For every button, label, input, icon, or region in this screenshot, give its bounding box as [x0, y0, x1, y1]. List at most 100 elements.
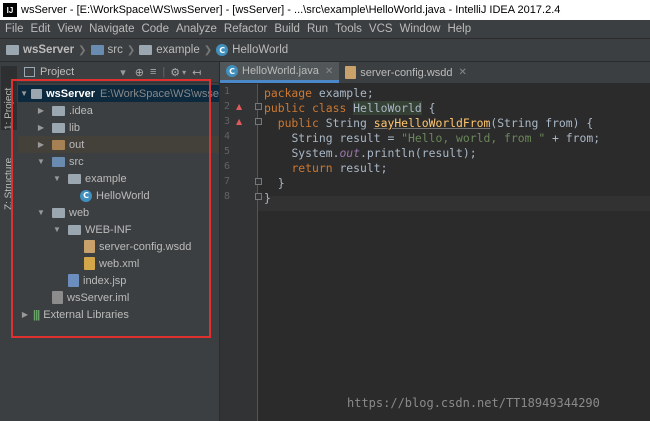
- module-file-icon: [52, 291, 63, 304]
- project-folder-icon: [6, 45, 19, 55]
- tree-item-out[interactable]: ▶ out: [18, 136, 219, 153]
- line-number: 7: [224, 176, 231, 187]
- expand-arrow-icon[interactable]: ▶: [36, 106, 46, 115]
- menu-navigate[interactable]: Navigate: [89, 23, 136, 35]
- menu-vcs[interactable]: VCS: [369, 23, 395, 35]
- collapse-all-icon[interactable]: ≡: [150, 66, 156, 78]
- chevron-right-icon: ❯: [203, 44, 213, 56]
- expand-arrow-icon[interactable]: ▶: [36, 140, 46, 149]
- folder-icon: [52, 105, 65, 116]
- window-title: wsServer - [E:\WorkSpace\WS\wsServer] - …: [21, 4, 561, 16]
- menu-refactor[interactable]: Refactor: [224, 23, 269, 35]
- project-panel-header: Project ▾ ⊕ ≡ | ⚙ ▾ ↤: [18, 62, 219, 83]
- tree-item-web-inf[interactable]: ▼ WEB-INF: [52, 221, 131, 238]
- title-bar: IJ wsServer - [E:\WorkSpace\WS\wsServer]…: [0, 0, 650, 20]
- tree-item-web[interactable]: ▼ web: [36, 204, 89, 221]
- class-icon: C: [216, 44, 229, 56]
- tree-item-example[interactable]: ▼ example: [52, 170, 127, 187]
- gear-icon[interactable]: ⚙: [170, 66, 180, 79]
- menu-tools[interactable]: Tools: [335, 23, 364, 35]
- package-icon: [68, 173, 81, 184]
- class-icon: C: [80, 189, 92, 202]
- menu-file[interactable]: File: [5, 23, 26, 35]
- breadcrumb-example[interactable]: example ❯: [139, 44, 216, 56]
- chevron-down-icon[interactable]: ▾: [120, 66, 126, 79]
- tree-item-web-xml[interactable]: web.xml: [84, 255, 139, 272]
- locate-target-icon[interactable]: ⊕: [135, 66, 144, 79]
- wsdd-file-icon: [345, 66, 357, 79]
- menu-help[interactable]: Help: [447, 23, 473, 35]
- tree-item-src[interactable]: ▼ src: [36, 153, 84, 170]
- expand-arrow-icon[interactable]: ▼: [36, 157, 46, 166]
- fold-icon[interactable]: [255, 178, 262, 185]
- menu-build[interactable]: Build: [274, 23, 302, 35]
- breadcrumb-helloworld[interactable]: C HelloWorld: [216, 44, 288, 56]
- editor-gutter: 1 2 3 4 5 6 7 8 ▲ ▲: [220, 84, 262, 421]
- code-line: public class HelloWorld {: [264, 101, 436, 115]
- close-icon[interactable]: ✕: [325, 66, 333, 77]
- editor-tab-bar: C HelloWorld.java ✕ server-config.wsdd ✕: [220, 62, 650, 84]
- tree-item-external-libraries[interactable]: ▶ ||| External Libraries: [20, 306, 129, 323]
- project-view-icon: [24, 67, 35, 77]
- line-number: 4: [224, 131, 231, 142]
- tree-item-lib[interactable]: ▶ lib: [36, 119, 80, 136]
- divider: |: [162, 66, 166, 78]
- expand-arrow-icon[interactable]: ▶: [36, 123, 46, 132]
- fold-icon[interactable]: [255, 103, 262, 110]
- folder-icon: [31, 88, 43, 99]
- tab-server-config-wsdd[interactable]: server-config.wsdd ✕: [339, 62, 473, 83]
- tree-item-helloworld[interactable]: C HelloWorld: [80, 187, 150, 204]
- breadcrumb: wsServer ❯ src ❯ example ❯ C HelloWorld: [0, 38, 650, 62]
- wsdd-file-icon: [84, 240, 95, 253]
- project-view-selector[interactable]: Project: [40, 66, 74, 78]
- webservice-marker-icon[interactable]: ▲: [236, 102, 244, 111]
- tab-helloworld-java[interactable]: C HelloWorld.java ✕: [220, 62, 340, 83]
- expand-arrow-icon[interactable]: ▼: [36, 208, 46, 217]
- menu-window[interactable]: Window: [400, 23, 443, 35]
- folder-icon: [68, 224, 81, 235]
- code-line: package example;: [264, 86, 374, 100]
- folder-icon: [52, 207, 65, 218]
- line-number: 8: [224, 191, 231, 202]
- breadcrumb-src[interactable]: src ❯: [90, 44, 140, 56]
- tree-item-wsserver[interactable]: ▼ wsServer E:\WorkSpace\WS\wsse: [18, 85, 219, 102]
- xml-file-icon: [84, 257, 95, 270]
- menu-edit[interactable]: Edit: [31, 23, 53, 35]
- tab-structure-tool-window[interactable]: Z: Structure: [1, 140, 17, 210]
- tree-item-index-jsp[interactable]: index.jsp: [68, 272, 126, 289]
- expand-arrow-icon[interactable]: ▼: [20, 89, 28, 98]
- tool-window-strip: 1: Project Z: Structure: [0, 62, 19, 421]
- chevron-down-icon[interactable]: ▾: [182, 68, 186, 77]
- code-line: }: [264, 191, 271, 205]
- expand-arrow-icon[interactable]: ▶: [20, 310, 30, 319]
- code-line: System.out.println(result);: [291, 146, 477, 160]
- fold-icon[interactable]: [255, 193, 262, 200]
- tab-project-tool-window[interactable]: 1: Project: [1, 66, 17, 130]
- hide-panel-icon[interactable]: ↤: [192, 66, 201, 79]
- menu-code[interactable]: Code: [141, 23, 171, 35]
- tree-item-server-config[interactable]: server-config.wsdd: [84, 238, 191, 255]
- close-icon[interactable]: ✕: [459, 67, 467, 78]
- chevron-right-icon: ❯: [126, 44, 136, 56]
- code-line: String result = "Hello, world, from " + …: [291, 131, 601, 145]
- line-number: 6: [224, 161, 231, 172]
- source-folder-icon: [90, 45, 104, 55]
- line-number: 5: [224, 146, 231, 157]
- menu-analyze[interactable]: Analyze: [176, 23, 219, 35]
- fold-icon[interactable]: [255, 118, 262, 125]
- menu-view[interactable]: View: [57, 23, 84, 35]
- tree-item-wsserver-iml[interactable]: wsServer.iml: [52, 289, 129, 306]
- package-icon: [139, 45, 153, 55]
- jsp-file-icon: [68, 274, 79, 287]
- intellij-app-icon: IJ: [3, 3, 17, 17]
- menu-run[interactable]: Run: [307, 23, 330, 35]
- expand-arrow-icon[interactable]: ▼: [52, 225, 62, 234]
- project-panel: Project ▾ ⊕ ≡ | ⚙ ▾ ↤ ▼ wsServer E:\Work…: [18, 62, 220, 421]
- folder-icon: [52, 122, 65, 133]
- breadcrumb-project[interactable]: wsServer ❯: [0, 44, 91, 56]
- webservice-marker-icon[interactable]: ▲: [236, 117, 244, 126]
- code-line: }: [277, 176, 285, 190]
- excluded-folder-icon: [52, 139, 65, 150]
- tree-item-idea[interactable]: ▶ .idea: [36, 102, 93, 119]
- expand-arrow-icon[interactable]: ▼: [52, 174, 62, 183]
